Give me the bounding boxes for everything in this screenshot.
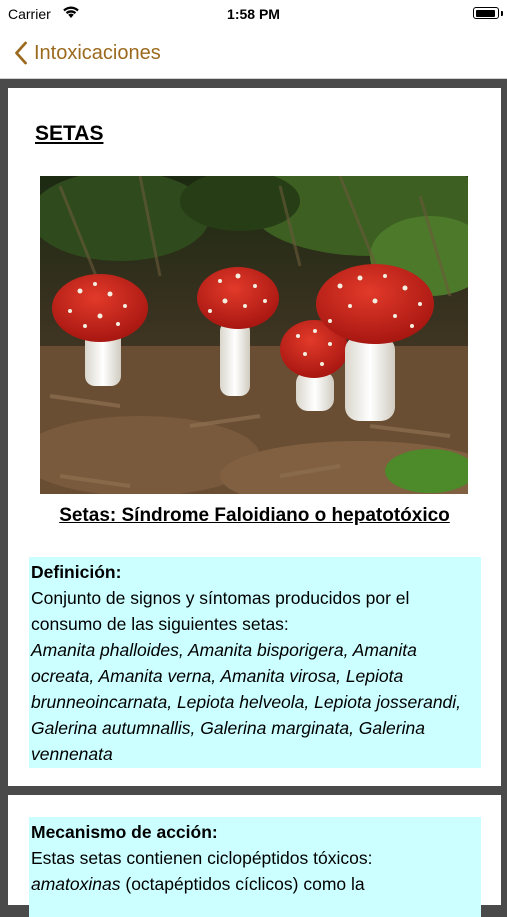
mechanism-italic-term: amatoxinas: [31, 874, 121, 894]
mushroom-photo: [40, 176, 468, 494]
section-subtitle: Setas: Síndrome Faloidiano o hepatotóxic…: [59, 505, 450, 526]
species-list: Amanita phalloides, Amanita bisporigera,…: [31, 640, 462, 764]
navigation-bar: Intoxicaciones: [0, 28, 507, 79]
mechanism-text-after: (octapéptidos cíclicos) como la: [120, 874, 365, 894]
status-time: 1:58 PM: [227, 6, 280, 22]
content-card: SETAS Setas: Síndrome Faloidiano o hepat…: [8, 88, 501, 786]
definition-box: Definición: Conjunto de signos y síntoma…: [29, 557, 481, 768]
battery-tip: [501, 11, 503, 16]
battery-icon: [473, 7, 499, 19]
mechanism-card: Mecanismo de acción: Estas setas contien…: [8, 795, 501, 917]
status-bar: Carrier 1:58 PM: [0, 0, 507, 28]
chevron-left-icon: [15, 41, 27, 65]
definition-heading: Definición:: [31, 562, 122, 582]
page-title: SETAS: [35, 122, 104, 145]
mechanism-heading: Mecanismo de acción:: [31, 822, 218, 842]
back-button[interactable]: Intoxicaciones: [14, 38, 161, 68]
mechanism-text: Estas setas contienen ciclopéptidos tóxi…: [31, 848, 373, 868]
mechanism-box: Mecanismo de acción: Estas setas contien…: [29, 817, 481, 917]
battery-level: [475, 9, 496, 17]
definition-text: Conjunto de signos y síntomas producidos…: [31, 588, 410, 634]
back-label: Intoxicaciones: [34, 41, 161, 64]
